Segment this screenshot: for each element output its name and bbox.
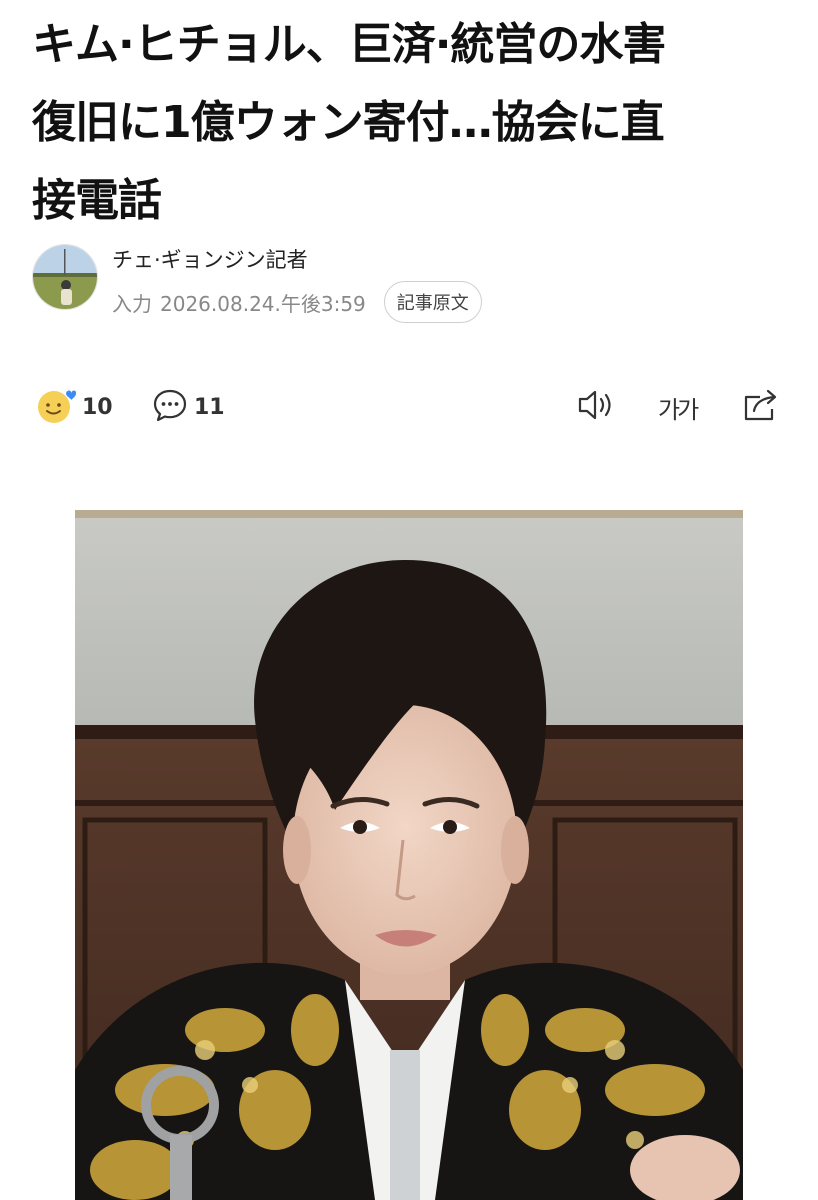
font-size-icon: 가가 — [658, 390, 699, 425]
font-size-button[interactable]: 가가 — [658, 382, 699, 432]
listen-button[interactable] — [576, 382, 618, 432]
comment-button[interactable]: 11 — [152, 382, 225, 432]
speech-bubble-icon — [152, 387, 188, 427]
comment-count: 11 — [194, 394, 225, 420]
reporter-avatar[interactable] — [32, 244, 98, 310]
input-label: 入力 — [112, 291, 152, 316]
headline-line-1: キム·ヒチョル、巨済·統営の水害 — [32, 19, 666, 70]
headline-line-3: 接電話 — [32, 175, 162, 226]
smiley-heart-icon — [36, 385, 77, 429]
article-meta: 入力 2026.08.24.午後3:59 記事原文 — [112, 281, 482, 323]
publish-date: 2026.08.24.午後3:59 — [160, 291, 366, 316]
byline: チェ·ギョンジン記者 入力 2026.08.24.午後3:59 記事原文 — [32, 244, 792, 324]
reaction-count: 10 — [82, 394, 113, 420]
original-article-button[interactable]: 記事原文 — [383, 281, 482, 323]
article-photo[interactable] — [75, 510, 743, 1200]
reaction-button[interactable]: 10 — [36, 382, 113, 432]
share-icon — [740, 385, 782, 429]
reporter-name[interactable]: チェ·ギョンジン記者 — [112, 244, 308, 274]
font-size-label: 가가 — [658, 395, 699, 424]
article-action-bar: 10 11 가가 — [32, 382, 792, 432]
article-headline: キム·ヒチョル、巨済·統営の水害 復旧に1億ウォン寄付…協会に直 接電話 — [32, 6, 792, 240]
headline-line-2: 復旧に1億ウォン寄付…協会に直 — [32, 97, 665, 148]
speaker-icon — [576, 385, 618, 429]
share-button[interactable] — [740, 382, 782, 432]
